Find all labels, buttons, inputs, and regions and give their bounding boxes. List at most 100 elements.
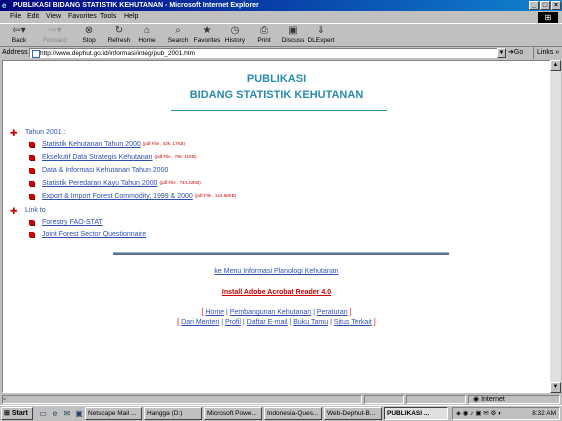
nav-buku-tamu[interactable]: Buku Tamu [293, 319, 328, 326]
stop-button[interactable]: ⊗ Stop [79, 25, 99, 44]
back-button[interactable]: ⇦▾ Back [6, 25, 32, 44]
menu-view[interactable]: View [46, 11, 61, 23]
status-message: ▫ [2, 395, 362, 404]
link-statistik-peredaran-kayu[interactable]: Statistik Peredaran Kayu Tahun 2000 [42, 180, 157, 187]
page-icon [32, 50, 40, 58]
nav-home[interactable]: Home [205, 309, 224, 316]
page-viewport: PUBLIKASI BIDANG STATISTIK KEHUTANAN ✚ T… [2, 60, 551, 393]
vertical-scrollbar[interactable]: ▲ ▼ [550, 60, 561, 393]
system-tray: ◈ ◉ ♪ ▣ ✉ ⚙ ◐ 8:32 AM [452, 407, 560, 420]
task-indonesia-questionnaire[interactable]: Indonesia-Ques... [264, 407, 322, 420]
close-button[interactable]: × [551, 1, 561, 10]
clock: 8:32 AM [532, 410, 556, 417]
menu-edit[interactable]: Edit [27, 11, 39, 23]
section-divider [113, 252, 449, 255]
status-bar: ▫ ◉ Internet [0, 394, 562, 405]
file-size: (pdf File , 43k. 17KB) [142, 141, 186, 146]
task-hangga-drive[interactable]: Hangga (D:) [144, 407, 202, 420]
menu-favorites[interactable]: Favorites [68, 11, 97, 23]
dlexpert-button[interactable]: ⇓ DLExpert [307, 25, 335, 44]
list-item: Statistik Peredaran Kayu Tahun 2000 (pdf … [29, 180, 201, 187]
go-button[interactable]: ➜Go [508, 47, 523, 59]
address-label: Address [2, 49, 28, 56]
tray-icons[interactable]: ◈ ◉ ♪ ▣ ✉ ⚙ ◐ [456, 408, 502, 419]
address-dropdown-button[interactable]: ▼ [497, 48, 506, 58]
nav-daftar-email[interactable]: Daftar E-mail [247, 319, 288, 326]
menu-tools[interactable]: Tools [100, 11, 116, 23]
link-export-import-forest-commodity[interactable]: Export & Import Forest Commodity, 1999 &… [42, 193, 193, 200]
bullet-icon [29, 220, 34, 225]
file-size: (pdf File , 79k. 11KB) [154, 154, 197, 159]
nav-peraturan[interactable]: Peraturan [317, 309, 348, 316]
maximize-button[interactable]: □ [540, 1, 550, 10]
internet-globe-icon: ◉ [473, 396, 480, 403]
windows-logo-icon: ⊞ [538, 12, 558, 23]
forward-arrow-icon: ⇨▾ [48, 25, 62, 36]
link-joint-forest-sector-questionnaire[interactable]: Joint Forest Sector Questionnaire [42, 231, 146, 238]
bullet-icon [29, 181, 34, 186]
data-informasi-kehutanan-2000: Data & Informasi Kehutanan Tahun 2000 [42, 167, 169, 174]
link-install-acrobat-reader[interactable]: Install Adobe Acrobat Reader 4.0 [222, 289, 331, 296]
address-input[interactable]: http://www.dephut.go.id/informasi/integ/… [29, 48, 499, 58]
bullet-icon [29, 232, 34, 237]
minimize-button[interactable]: _ [529, 1, 539, 10]
search-button[interactable]: ⌕ Search [166, 25, 190, 44]
title-divider [171, 110, 387, 111]
bullet-icon [29, 155, 34, 160]
refresh-icon: ↻ [114, 25, 124, 36]
home-button[interactable]: ⌂ Home [136, 25, 158, 44]
history-button[interactable]: ◷ History [223, 25, 247, 44]
list-item: Export & Import Forest Commodity, 1999 &… [29, 193, 236, 200]
stop-icon: ⊗ [84, 25, 94, 36]
nav-situs-terkait[interactable]: Situs Terkait [334, 319, 372, 326]
nav-profil[interactable]: Profil [225, 319, 241, 326]
nav-pembangunan-kehutanan[interactable]: Pembangunan Kehutanan [230, 309, 311, 316]
window-title: PUBLIKASI BIDANG STATISTIK KEHUTANAN - M… [13, 2, 259, 9]
list-item: Statistik Kehutanan Tahun 2000 (pdf File … [29, 141, 186, 148]
forward-button[interactable]: ⇨▾ Forward [40, 25, 70, 44]
quicklaunch-explorer-icon[interactable]: ▣ [74, 408, 84, 419]
task-publikasi-ie[interactable]: PUBLIKASI ... [384, 407, 448, 420]
discuss-button[interactable]: ▣ Discuss [281, 25, 305, 44]
file-size: (pdf File , 744.42KB) [159, 180, 201, 185]
scroll-down-button[interactable]: ▼ [550, 382, 561, 393]
windows-flag-icon: ⊞ [4, 410, 10, 417]
dlexpert-icon: ⇓ [316, 25, 326, 36]
link-statistik-kehutanan-2000[interactable]: Statistik Kehutanan Tahun 2000 [42, 141, 141, 148]
list-item: Forestry FAO-STAT [29, 219, 103, 226]
back-arrow-icon: ⇦▾ [12, 25, 26, 36]
quicklaunch-outlook-icon[interactable]: ✉ [62, 408, 72, 419]
quicklaunch-desktop-icon[interactable]: ▭ [38, 408, 48, 419]
toolbar: ⇦▾ Back ⇨▾ Forward ⊗ Stop ↻ Refresh ⌂ Ho… [0, 23, 562, 47]
task-powerpoint[interactable]: Microsoft Powe... [204, 407, 262, 420]
search-icon: ⌕ [175, 25, 181, 36]
page-title: PUBLIKASI [246, 73, 307, 85]
task-web-dephut[interactable]: Web-Dephut-B... [324, 407, 382, 420]
back-to-menu: ke Menu Informasi Planologi Kehutanan [3, 268, 550, 275]
favorites-button[interactable]: ★ Favorites [193, 25, 221, 44]
menu-file[interactable]: File [10, 11, 21, 23]
task-netscape-mail[interactable]: Netscape Mail ... [85, 407, 142, 420]
section-bullet-icon: ✚ [10, 128, 18, 138]
menu-help[interactable]: Help [124, 11, 138, 23]
status-zone: ◉ Internet [468, 395, 560, 404]
links-button[interactable]: Links » [533, 47, 559, 59]
start-button[interactable]: ⊞ Start [1, 407, 33, 420]
scroll-up-button[interactable]: ▲ [550, 60, 561, 71]
nav-dari-menteri[interactable]: Dari Menteri [181, 319, 219, 326]
print-button[interactable]: ⎙ Print [254, 25, 274, 44]
title-bar: e PUBLIKASI BIDANG STATISTIK KEHUTANAN -… [0, 0, 562, 11]
list-item: Eksekutif Data Strategis Kehutanan (pdf F… [29, 154, 197, 161]
link-eksekutif-data-strategis[interactable]: Eksekutif Data Strategis Kehutanan [42, 154, 153, 161]
acrobat-install: Install Adobe Acrobat Reader 4.0 [3, 289, 550, 296]
ie-logo-icon: e [2, 1, 7, 10]
section-bullet-icon: ✚ [10, 206, 18, 216]
refresh-button[interactable]: ↻ Refresh [106, 25, 132, 44]
link-forestry-fao-stat[interactable]: Forestry FAO-STAT [42, 219, 103, 226]
history-icon: ◷ [230, 25, 240, 36]
section-link-to: ✚ Link to [10, 206, 46, 216]
footer-nav-1: [ Home | Pembangunan Kehutanan | Peratur… [201, 309, 352, 316]
footer-nav-2: [ Dari Menteri | Profil | Daftar E-mail … [177, 319, 376, 326]
quicklaunch-ie-icon[interactable]: e [50, 408, 60, 419]
link-menu-informasi-planologi[interactable]: ke Menu Informasi Planologi Kehutanan [214, 268, 338, 275]
